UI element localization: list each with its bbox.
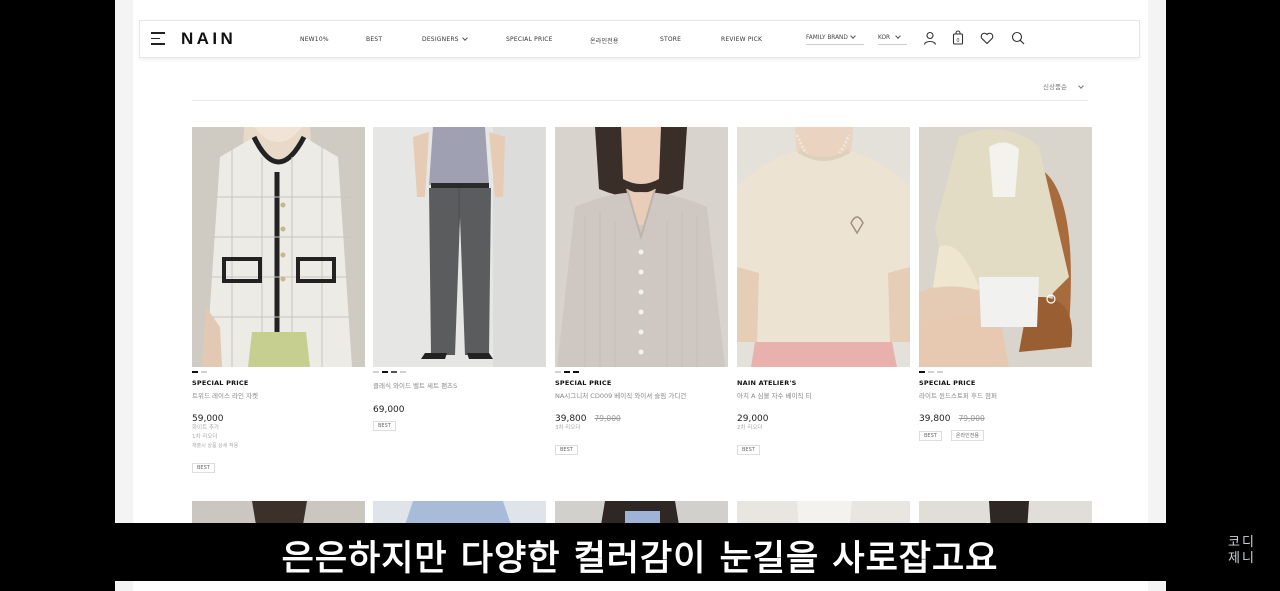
online-only-badge: 온라인전용 <box>950 430 984 441</box>
product-label: SPECIAL PRICE <box>919 379 976 387</box>
svg-text:0: 0 <box>956 38 959 44</box>
best-badge: BEST <box>373 421 396 431</box>
price-row: 39,800 79,000 <box>919 406 1092 424</box>
heart-icon[interactable] <box>979 30 995 46</box>
product-meta: 화이트 추가 1차 리오더 재출시 상품 상세 적용 <box>192 424 365 451</box>
color-dots <box>373 370 546 377</box>
nav-best[interactable]: BEST <box>366 36 382 43</box>
meta-line: 1차 리오더 <box>192 434 218 440</box>
watermark-line: 코디 <box>1228 535 1256 550</box>
search-icon[interactable] <box>1010 30 1026 46</box>
product-image[interactable] <box>737 127 910 367</box>
color-dots <box>192 370 365 377</box>
product-card[interactable]: SPECIAL PRICE 라이트 윈드스토퍼 후드 점퍼 39,800 79,0… <box>919 127 1092 441</box>
badge-row: BEST <box>373 412 546 431</box>
chevron-down-icon <box>1078 83 1084 89</box>
color-dots <box>919 370 1092 377</box>
price-row: 39,800 79,000 <box>555 406 728 424</box>
product-label: SPECIAL PRICE <box>555 379 612 387</box>
brand-logo[interactable]: NAIN <box>181 29 236 49</box>
meta-line: 화이트 추가 <box>192 425 220 431</box>
product-price: 29,000 <box>737 414 769 424</box>
nav-special-price[interactable]: SPECIAL PRICE <box>506 36 553 43</box>
product-card[interactable]: NAIN ATELIER'S 아치 A 심볼 자수 베이직 티 29,000 2… <box>737 127 910 455</box>
product-image[interactable] <box>555 127 728 367</box>
badge-row: BEST <box>737 436 910 455</box>
language-label: KOR <box>878 35 891 41</box>
bag-icon[interactable]: 0 <box>950 30 966 46</box>
product-name[interactable]: 라이트 윈드스토퍼 후드 점퍼 <box>919 390 1092 400</box>
shop-page: NAIN NEW10% BEST DESIGNERS SPECIAL PRICE… <box>133 0 1148 591</box>
chevron-down-icon <box>895 33 901 39</box>
best-badge: BEST <box>555 445 578 455</box>
product-name[interactable]: 클래식 와이드 벨트 세트 팬츠S <box>373 380 546 390</box>
product-name[interactable]: NA시그니처 CD009 베이직 와이셔 슬림 가디건 <box>555 390 728 400</box>
best-badge: BEST <box>737 445 760 455</box>
product-price: 39,800 <box>555 414 587 424</box>
nav-store[interactable]: STORE <box>660 36 681 43</box>
nav-review-pick[interactable]: REVIEW PICK <box>721 36 762 43</box>
nav-designers[interactable]: DESIGNERS <box>422 35 468 43</box>
price-row: 59,000 <box>192 406 365 424</box>
product-card[interactable]: 클래식 와이드 벨트 세트 팬츠S 69,000 BEST <box>373 127 546 431</box>
sort-label: 신상품순 <box>1043 83 1067 91</box>
badge-row: BEST <box>192 454 365 473</box>
original-price: 79,000 <box>594 414 621 423</box>
color-dots <box>737 370 910 377</box>
best-badge: BEST <box>192 463 215 473</box>
product-price: 59,000 <box>192 414 224 424</box>
product-image[interactable] <box>373 127 546 367</box>
badge-row: BEST <box>555 436 728 455</box>
product-label: NAIN ATELIER'S <box>737 379 797 387</box>
chevron-down-icon <box>461 35 468 41</box>
product-name[interactable]: 트위드 레이스 라인 자켓 <box>192 390 365 400</box>
divider <box>192 100 1088 101</box>
product-name[interactable]: 아치 A 심볼 자수 베이직 티 <box>737 390 910 400</box>
channel-watermark: 코디 제니 <box>1212 535 1272 567</box>
nav-new[interactable]: NEW10% <box>300 36 329 43</box>
site-header: NAIN NEW10% BEST DESIGNERS SPECIAL PRICE… <box>139 20 1140 58</box>
nav-online-only[interactable]: 온라인전용 <box>590 36 619 45</box>
video-subtitle: 은은하지만 다양한 컬러감이 눈길을 사로잡고요 <box>281 539 999 579</box>
price-row: 69,000 <box>373 397 546 415</box>
product-card[interactable]: SPECIAL PRICE NA시그니처 CD009 베이직 와이셔 슬림 가디… <box>555 127 728 455</box>
product-card[interactable]: SPECIAL PRICE 트위드 레이스 라인 자켓 59,000 화이트 추… <box>192 127 365 473</box>
meta-line: 3차 리오더 <box>555 425 581 431</box>
best-badge: BEST <box>919 431 942 441</box>
product-meta: 3차 리오더 <box>555 424 728 433</box>
nav-designers-label: DESIGNERS <box>422 36 459 43</box>
meta-line: 2차 리오더 <box>737 425 763 431</box>
product-image[interactable] <box>919 127 1092 367</box>
language-select[interactable]: KOR <box>878 33 907 45</box>
product-meta: 2차 리오더 <box>737 424 910 433</box>
chevron-down-icon <box>850 33 856 39</box>
color-dots <box>555 370 728 377</box>
watermark-line: 제니 <box>1228 551 1256 566</box>
user-icon[interactable] <box>922 30 938 46</box>
family-brand-label: FAMILY BRAND <box>806 35 848 41</box>
browser-viewport: NAIN NEW10% BEST DESIGNERS SPECIAL PRICE… <box>115 0 1166 591</box>
menu-icon[interactable] <box>151 32 165 45</box>
price-row: 29,000 <box>737 406 910 424</box>
product-image[interactable] <box>192 127 365 367</box>
product-label: SPECIAL PRICE <box>192 379 249 387</box>
sort-select[interactable]: 신상품순 <box>1043 81 1084 91</box>
badge-row: BEST 온라인전용 <box>919 422 1092 441</box>
family-brand-select[interactable]: FAMILY BRAND <box>806 33 864 45</box>
meta-line: 재출시 상품 상세 적용 <box>192 443 239 449</box>
